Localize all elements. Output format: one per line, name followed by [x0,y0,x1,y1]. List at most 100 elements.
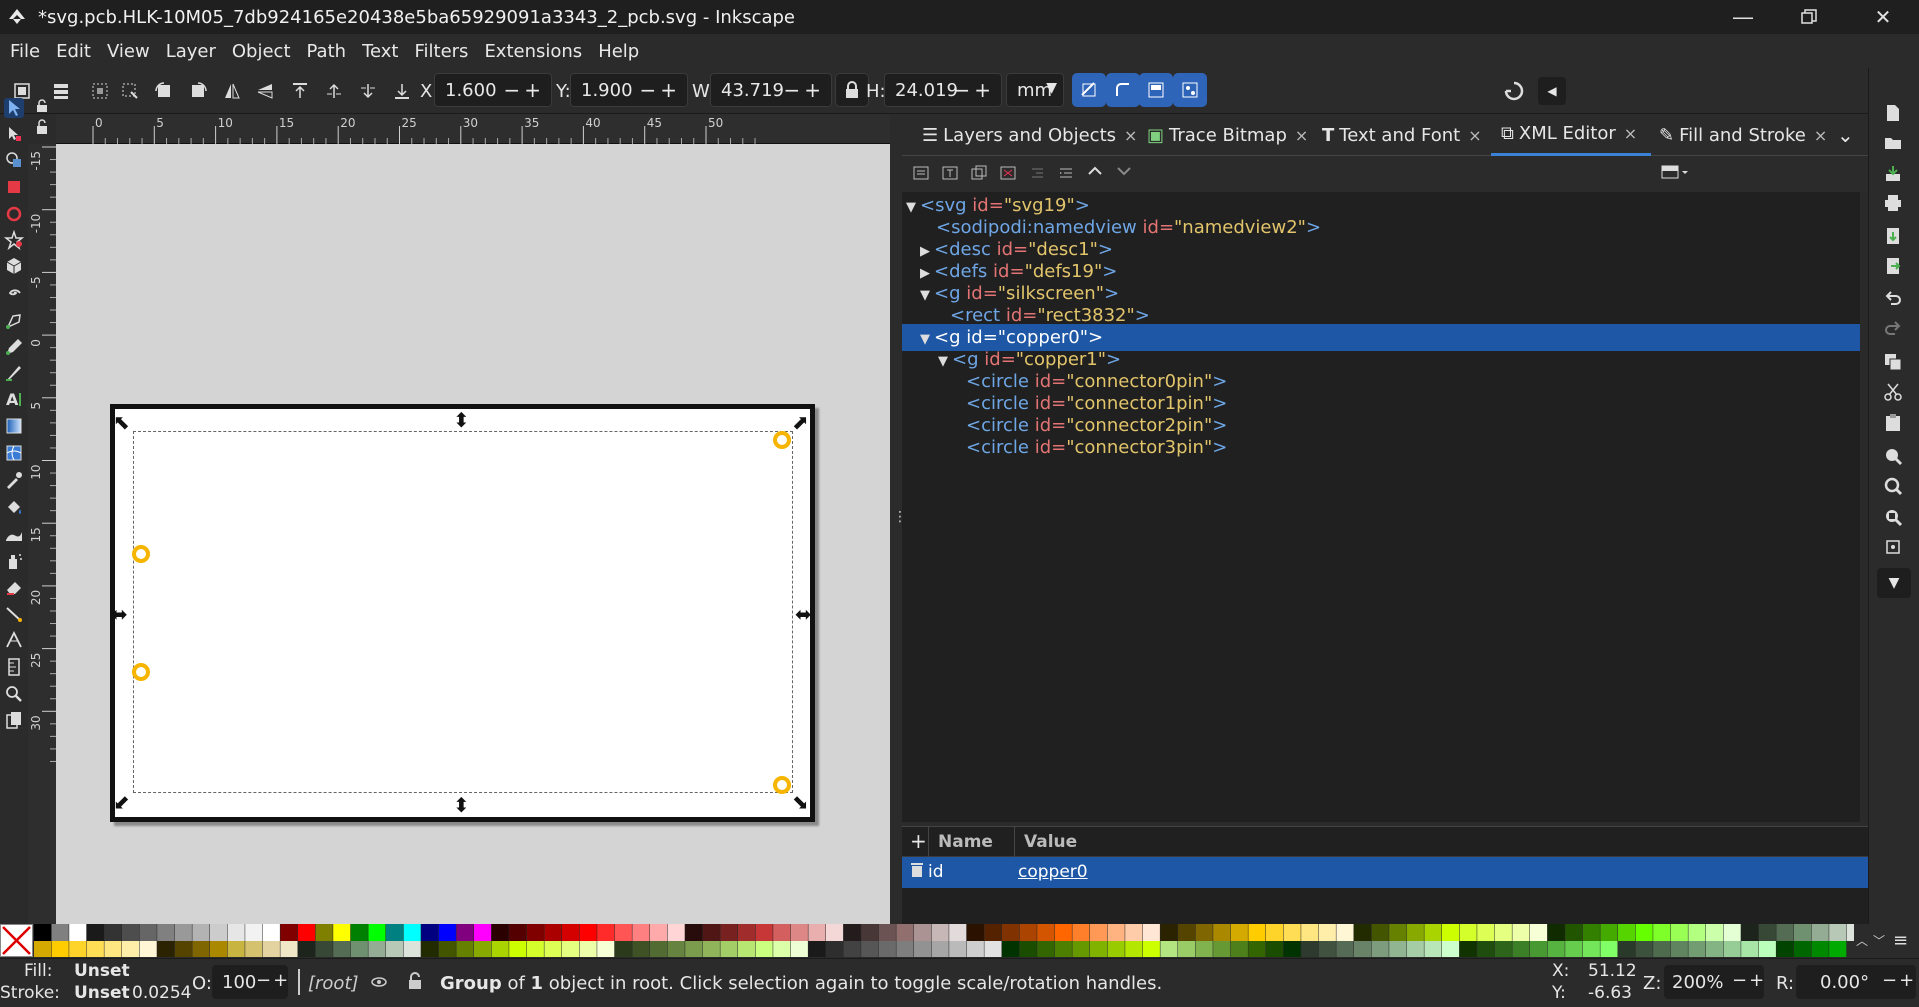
close-tab-icon[interactable]: × [1295,126,1308,145]
palette-swatch[interactable] [949,924,967,941]
palette-swatch[interactable] [1354,941,1372,957]
measure-tool-icon[interactable] [4,657,24,677]
palette-swatch[interactable] [1670,941,1688,957]
tab-trace-bitmap[interactable]: ▣ Trace Bitmap × [1147,114,1308,156]
palette-swatch[interactable] [51,924,69,941]
tree-scrollbar[interactable] [1860,192,1868,822]
palette-swatch[interactable] [931,924,949,941]
selector-tool-icon[interactable] [4,98,24,118]
palette-swatch[interactable] [157,924,175,941]
shape-builder-icon[interactable] [4,150,24,170]
palette-swatch[interactable] [1794,924,1812,941]
palette-swatch[interactable] [1336,941,1354,957]
duplicate-node-icon[interactable] [970,164,988,187]
expander-icon[interactable]: ▼ [920,282,934,309]
palette-swatch[interactable] [1811,924,1829,941]
lock-icon[interactable] [407,972,423,995]
tab-fill-and-stroke[interactable]: ✎ Fill and Stroke × [1659,114,1827,156]
lower-node-icon[interactable] [1115,162,1133,185]
save-document-icon[interactable] [1883,164,1905,186]
palette-swatch[interactable] [1107,924,1125,941]
palette-swatch[interactable] [1301,941,1319,957]
palette-swatch[interactable] [1090,924,1108,941]
dropper-tool-icon[interactable] [4,470,24,490]
scale-handle-bottom-right[interactable]: ⬊ [792,792,809,812]
transform-patterns-button[interactable] [1173,73,1207,107]
attribute-row[interactable]: id copper0 [902,857,1868,888]
palette-swatch[interactable] [1811,941,1829,957]
palette-swatch[interactable] [1178,924,1196,941]
palette-swatch[interactable] [368,941,386,957]
open-document-icon[interactable] [1883,133,1905,155]
attribute-name[interactable]: id [928,862,944,882]
menu-object[interactable]: Object [224,41,299,62]
palette-swatch[interactable] [315,924,333,941]
snap-menu-button[interactable]: ◀ [1538,77,1566,105]
palette-swatch[interactable] [368,924,386,941]
height-spinbox[interactable]: 24.019 −+ [884,73,1002,107]
pen-tool-icon[interactable] [4,311,24,331]
connector2pin-circle[interactable] [132,663,150,681]
palette-swatch[interactable] [773,924,791,941]
xml-node-connector3pin[interactable]: <circle id="connector3pin"> [966,434,1227,461]
export-icon[interactable] [1883,256,1905,278]
palette-swatch[interactable] [1406,924,1424,941]
palette-swatch[interactable] [1741,924,1759,941]
palette-swatch[interactable] [474,941,492,957]
palette-swatch[interactable] [1019,924,1037,941]
palette-swatch[interactable] [1072,924,1090,941]
palette-swatch[interactable] [544,941,562,957]
connector1pin-circle[interactable] [132,545,150,563]
delete-node-icon[interactable] [999,164,1017,187]
paint-bucket-tool-icon[interactable] [4,497,24,517]
no-paint-swatch[interactable] [0,924,33,957]
height-value[interactable]: 24.019 [895,80,958,101]
palette-swatch[interactable] [1002,924,1020,941]
palette-swatch[interactable] [1670,924,1688,941]
palette-swatch[interactable] [474,924,492,941]
palette-swatch[interactable] [966,924,984,941]
cut-icon[interactable] [1883,382,1905,404]
palette-swatch[interactable] [1758,924,1776,941]
palette-swatch[interactable] [843,941,861,957]
palette-swatch[interactable] [650,941,668,957]
palette-swatch[interactable] [914,924,932,941]
palette-swatch[interactable] [350,941,368,957]
spray-tool-icon[interactable] [4,551,24,571]
palette-swatch[interactable] [614,924,632,941]
tab-xml-editor[interactable]: ⧉ XML Editor × [1491,114,1652,156]
palette-swatch[interactable] [1512,941,1530,957]
palette-swatch[interactable] [685,924,703,941]
palette-swatch[interactable] [1582,941,1600,957]
redo-icon[interactable] [1883,318,1905,340]
zoom-drawing-icon[interactable] [1883,476,1905,498]
palette-swatch[interactable] [861,924,879,941]
close-window-button[interactable]: ✕ [1850,0,1916,34]
palette-swatch[interactable] [914,941,932,957]
zoom-page-icon[interactable] [1883,507,1905,529]
palette-swatch[interactable] [1565,941,1583,957]
palette-swatch[interactable] [1600,941,1618,957]
palette-swatch[interactable] [1213,924,1231,941]
palette-swatch[interactable] [1512,924,1530,941]
palette-swatch[interactable] [1125,941,1143,957]
palette-swatch[interactable] [1371,941,1389,957]
lower-to-bottom-icon[interactable] [390,79,414,103]
palette-swatch[interactable] [1459,941,1477,957]
expander-icon[interactable]: ▼ [920,326,934,353]
palette-swatch[interactable] [1142,924,1160,941]
stroke-value[interactable]: Unset [74,983,130,1003]
palette-swatch[interactable] [949,941,967,957]
palette-swatch[interactable] [896,924,914,941]
palette-swatch[interactable] [1530,924,1548,941]
palette-swatch[interactable] [720,941,738,957]
touch-select-icon[interactable] [118,79,142,103]
scale-handle-left[interactable]: ⬌ [111,604,128,624]
palette-swatch[interactable] [562,924,580,941]
opacity-value[interactable]: 100 [222,972,256,993]
palette-swatch[interactable] [1125,924,1143,941]
palette-swatches[interactable] [34,924,1854,958]
close-tab-icon[interactable]: × [1468,126,1481,145]
palette-swatch[interactable] [280,924,298,941]
palette-swatch[interactable] [1389,924,1407,941]
